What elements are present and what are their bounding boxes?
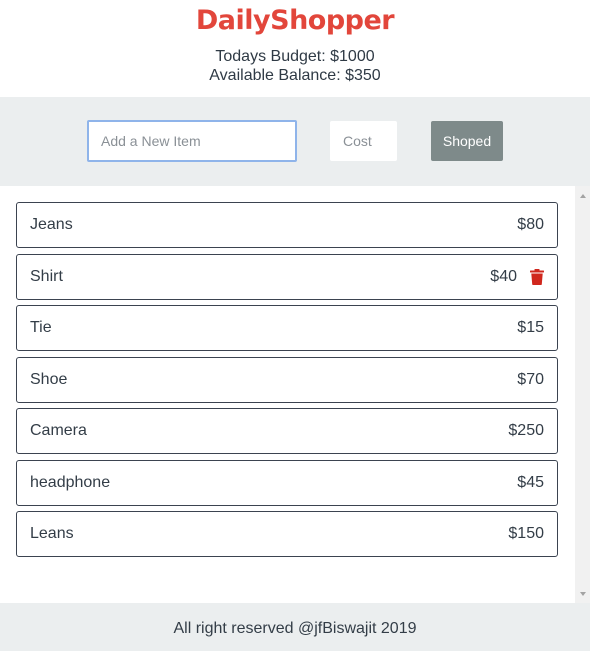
list-item[interactable]: Tie $15: [16, 305, 558, 351]
scroll-down-arrow-icon[interactable]: [575, 586, 590, 601]
header: DailyShopper Todays Budget: $1000 Availa…: [0, 0, 590, 97]
item-list: Jeans $80 Shirt $40 Tie $15 Shoe $70 Cam…: [16, 202, 558, 563]
brand-logo[interactable]: DailyShopper: [0, 0, 590, 39]
footer: All right reserved @jfBiswajit 2019: [0, 603, 590, 651]
item-name: headphone: [30, 473, 111, 491]
item-list-area: Jeans $80 Shirt $40 Tie $15 Shoe $70 Cam…: [0, 186, 575, 603]
shoped-button[interactable]: Shoped: [431, 121, 503, 161]
budget-summary: Todays Budget: $1000 Available Balance: …: [0, 47, 590, 85]
item-cost: $80: [517, 216, 544, 233]
item-cost: $150: [508, 525, 544, 542]
item-name: Tie: [30, 319, 52, 336]
item-cost: $40: [490, 267, 517, 285]
list-item[interactable]: Shoe $70: [16, 356, 558, 403]
new-item-input[interactable]: [87, 120, 297, 162]
item-name: Jeans: [30, 216, 73, 233]
trash-icon[interactable]: [530, 268, 544, 285]
scroll-up-arrow-icon[interactable]: [575, 188, 590, 203]
list-item[interactable]: Leans $150: [16, 511, 558, 557]
cost-input[interactable]: [330, 121, 397, 161]
available-balance: Available Balance: $350: [209, 67, 381, 84]
item-name: Shirt: [30, 267, 63, 285]
item-name: Leans: [30, 525, 74, 542]
list-item[interactable]: Jeans $80: [16, 202, 558, 248]
footer-text: All right reserved @jfBiswajit 2019: [173, 620, 417, 637]
list-item[interactable]: headphone $45: [16, 459, 558, 506]
add-item-form: Shoped: [0, 97, 590, 186]
list-item[interactable]: Camera $250: [16, 408, 558, 454]
item-name: Shoe: [30, 370, 68, 388]
item-cost: $70: [517, 370, 544, 388]
item-cost: $15: [517, 319, 544, 336]
todays-budget: Todays Budget: $1000: [215, 48, 375, 65]
scrollbar[interactable]: [575, 186, 590, 603]
item-cost: $45: [517, 473, 544, 491]
list-item[interactable]: Shirt $40: [16, 253, 558, 300]
item-cost: $250: [508, 422, 544, 439]
item-name: Camera: [30, 422, 87, 439]
app: DailyShopper Todays Budget: $1000 Availa…: [0, 0, 590, 651]
